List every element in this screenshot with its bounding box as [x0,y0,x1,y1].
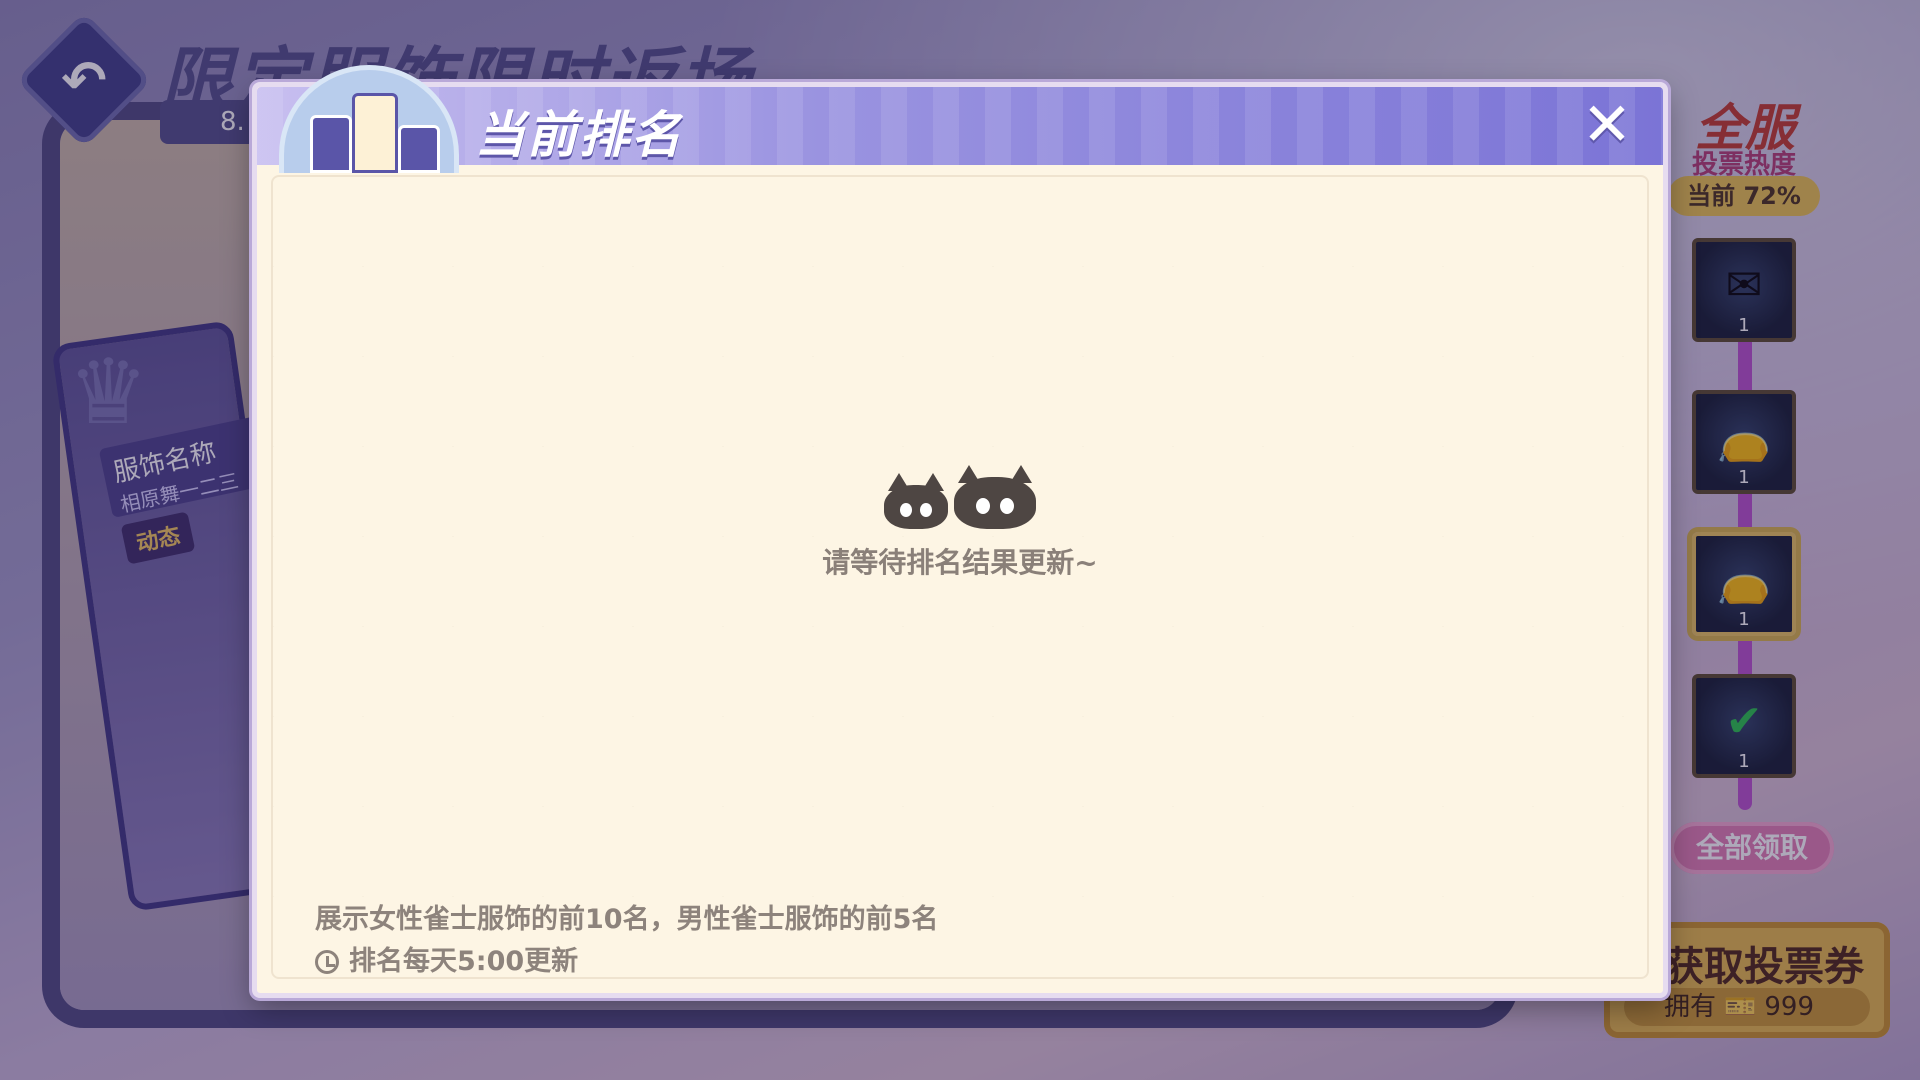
cats-icon [884,465,1036,529]
ranking-dialog: 当前排名 ✕ 请等待排名结果更新~ 展示女性雀士服饰的前10名，男性雀士服饰的前… [252,65,1668,998]
podium-second [310,115,352,173]
update-time-note: 排名每天5:00更新 [315,939,578,978]
podium-icon [279,65,459,173]
empty-state: 请等待排名结果更新~ [257,465,1663,581]
close-button[interactable]: ✕ [1577,95,1637,155]
close-icon: ✕ [1581,90,1633,160]
cat-small [884,473,948,529]
update-time-text: 排名每天5:00更新 [349,946,579,977]
ranking-scope-note: 展示女性雀士服饰的前10名，男性雀士服饰的前5名 [315,904,939,935]
clock-icon [315,950,339,974]
dialog-header [257,87,1663,165]
cat-large [954,465,1036,529]
dialog-title: 当前排名 [475,106,683,164]
podium-first [352,93,398,173]
podium-third [398,125,440,173]
empty-message: 请等待排名结果更新~ [822,546,1098,579]
